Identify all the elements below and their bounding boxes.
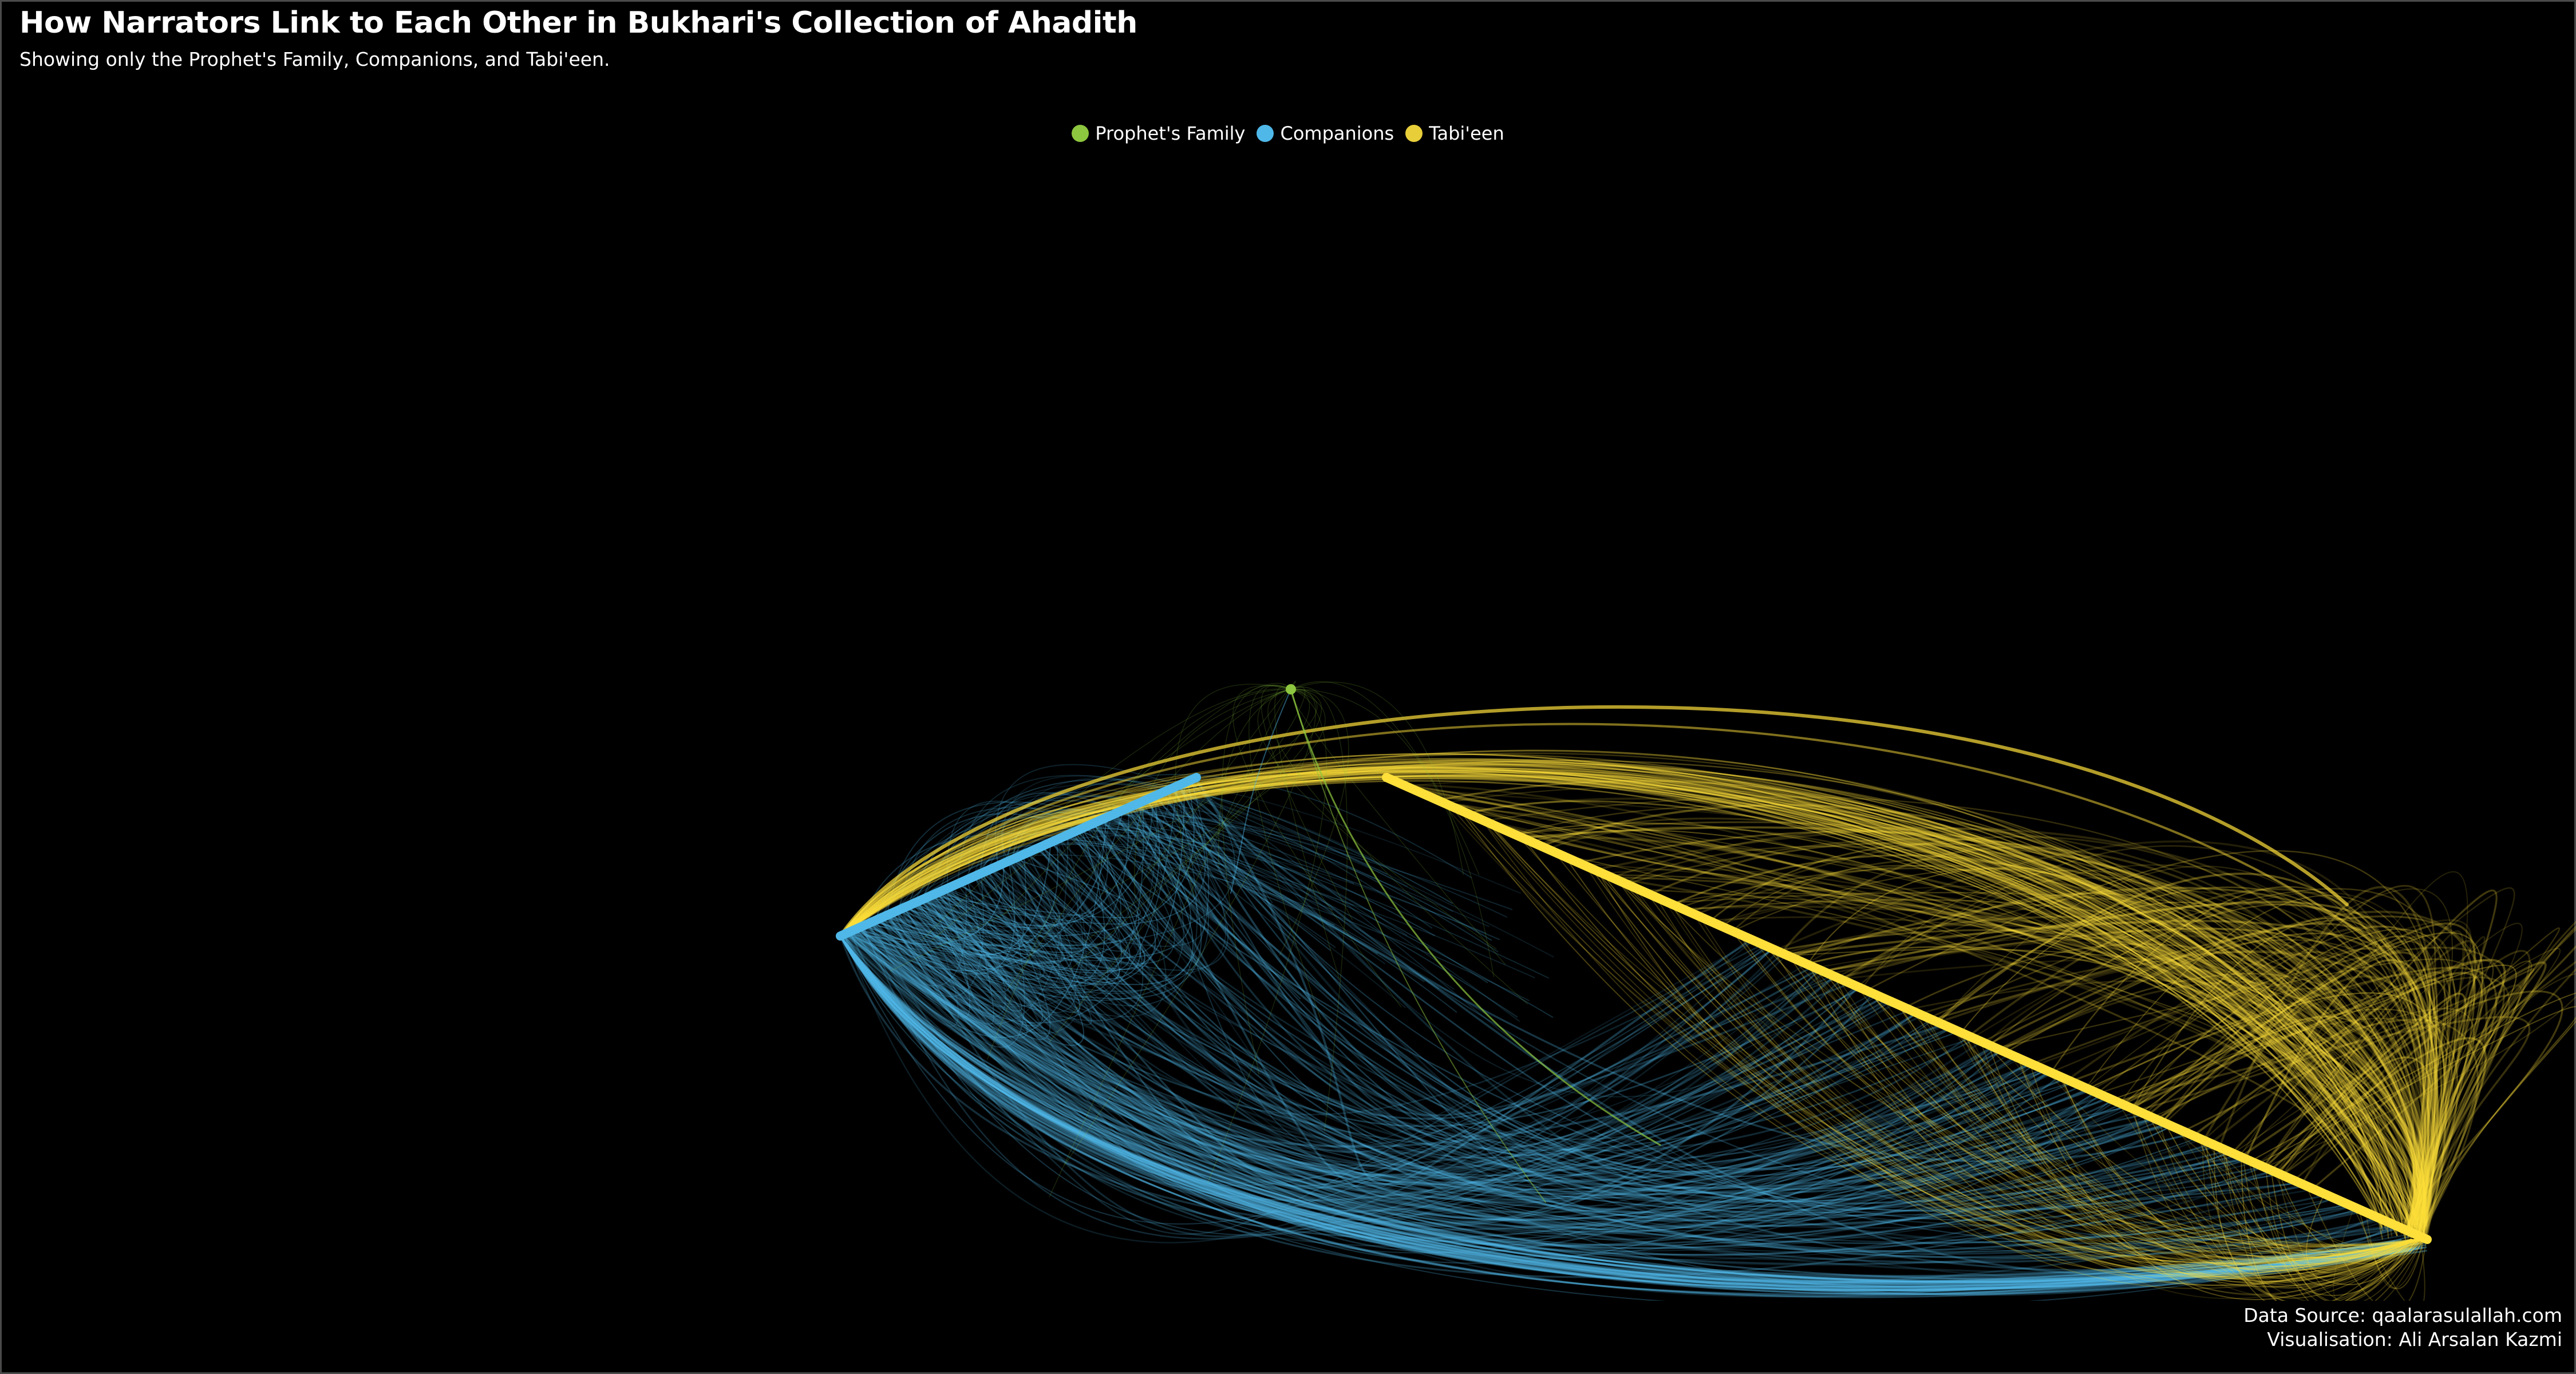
data-source-text: Data Source: qaalarasulallah.com <box>2243 1304 2562 1326</box>
hive-plot <box>836 681 2576 1301</box>
footer-credits: Data Source: qaalarasulallah.com Visuali… <box>2243 1304 2562 1352</box>
axis-prophets-family <box>1286 684 1296 694</box>
visualisation-credit-text: Visualisation: Ali Arsalan Kazmi <box>2267 1328 2562 1351</box>
